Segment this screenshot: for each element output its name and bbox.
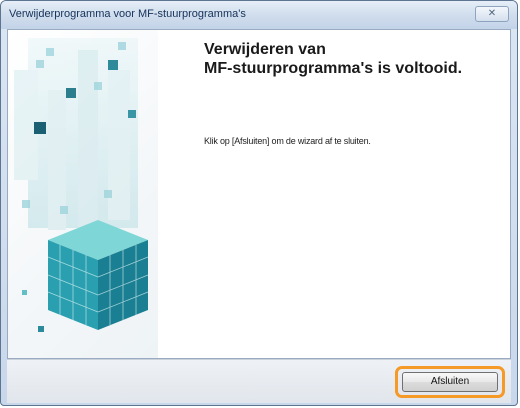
instruction-text: Klik op [Afsluiten] om de wizard af te s…: [204, 136, 371, 146]
completion-heading: Verwijderen van MF-stuurprogramma's is v…: [204, 40, 504, 78]
title-bar[interactable]: Verwijderprogramma voor MF-stuurprogramm…: [1, 1, 517, 29]
window-close-button[interactable]: ✕: [475, 6, 509, 22]
heading-line-1: Verwijderen van: [204, 41, 326, 58]
button-highlight: Afsluiten: [395, 366, 505, 398]
uninstall-dialog-window: Verwijderprogramma voor MF-stuurprogramm…: [0, 0, 518, 406]
heading-line-2: MF-stuurprogramma's is voltooid.: [204, 60, 463, 77]
afsluiten-button[interactable]: Afsluiten: [402, 372, 498, 392]
cube-illustration: [8, 30, 158, 358]
dialog-footer: Afsluiten: [7, 359, 511, 403]
dialog-content: Verwijderen van MF-stuurprogramma's is v…: [7, 29, 511, 359]
close-icon: ✕: [487, 8, 497, 19]
cube-graphic-icon: [14, 38, 149, 332]
window-title: Verwijderprogramma voor MF-stuurprogramm…: [9, 8, 246, 20]
